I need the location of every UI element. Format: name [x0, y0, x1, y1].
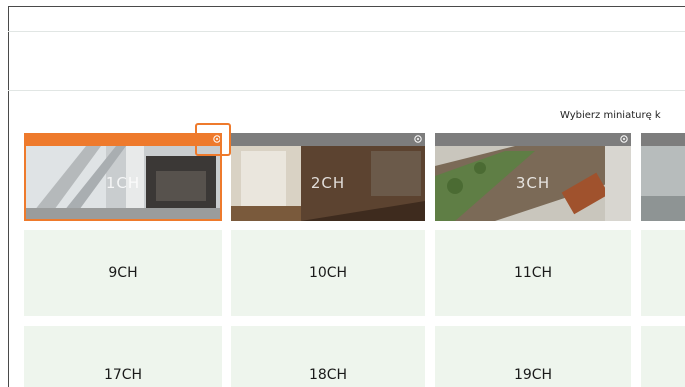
channel-thumbnail-1[interactable]: 1CH: [24, 133, 222, 221]
channel-cell[interactable]: 9CH: [24, 230, 222, 316]
thumbnail-header-bar: [26, 133, 220, 146]
channel-thumbnail-2[interactable]: 2CH: [231, 133, 425, 221]
camera-preview: [641, 146, 685, 221]
settings-icon[interactable]: [619, 134, 629, 144]
channel-cell[interactable]: 17CH: [24, 326, 222, 387]
channel-cell[interactable]: 11CH: [435, 230, 631, 316]
channel-cell[interactable]: 10CH: [231, 230, 425, 316]
divider-top: [8, 31, 685, 32]
channel-cell[interactable]: 18CH: [231, 326, 425, 387]
channel-cell[interactable]: [641, 326, 685, 387]
channel-label: 1CH: [105, 174, 141, 192]
channel-thumbnail-4[interactable]: [641, 133, 685, 221]
channel-label: 2CH: [310, 174, 346, 192]
thumbnail-header-bar: [641, 133, 685, 146]
channel-label: 3CH: [515, 174, 551, 192]
select-thumbnail-hint: Wybierz miniaturę k: [560, 110, 661, 121]
settings-icon[interactable]: [413, 134, 423, 144]
channel-cell[interactable]: [641, 230, 685, 316]
channel-cell[interactable]: 19CH: [435, 326, 631, 387]
settings-highlight: [195, 123, 231, 156]
thumbnail-header-bar: [435, 133, 631, 146]
channel-thumbnail-3[interactable]: 3CH: [435, 133, 631, 221]
thumbnail-header-bar: [231, 133, 425, 146]
divider-bottom: [8, 90, 685, 91]
